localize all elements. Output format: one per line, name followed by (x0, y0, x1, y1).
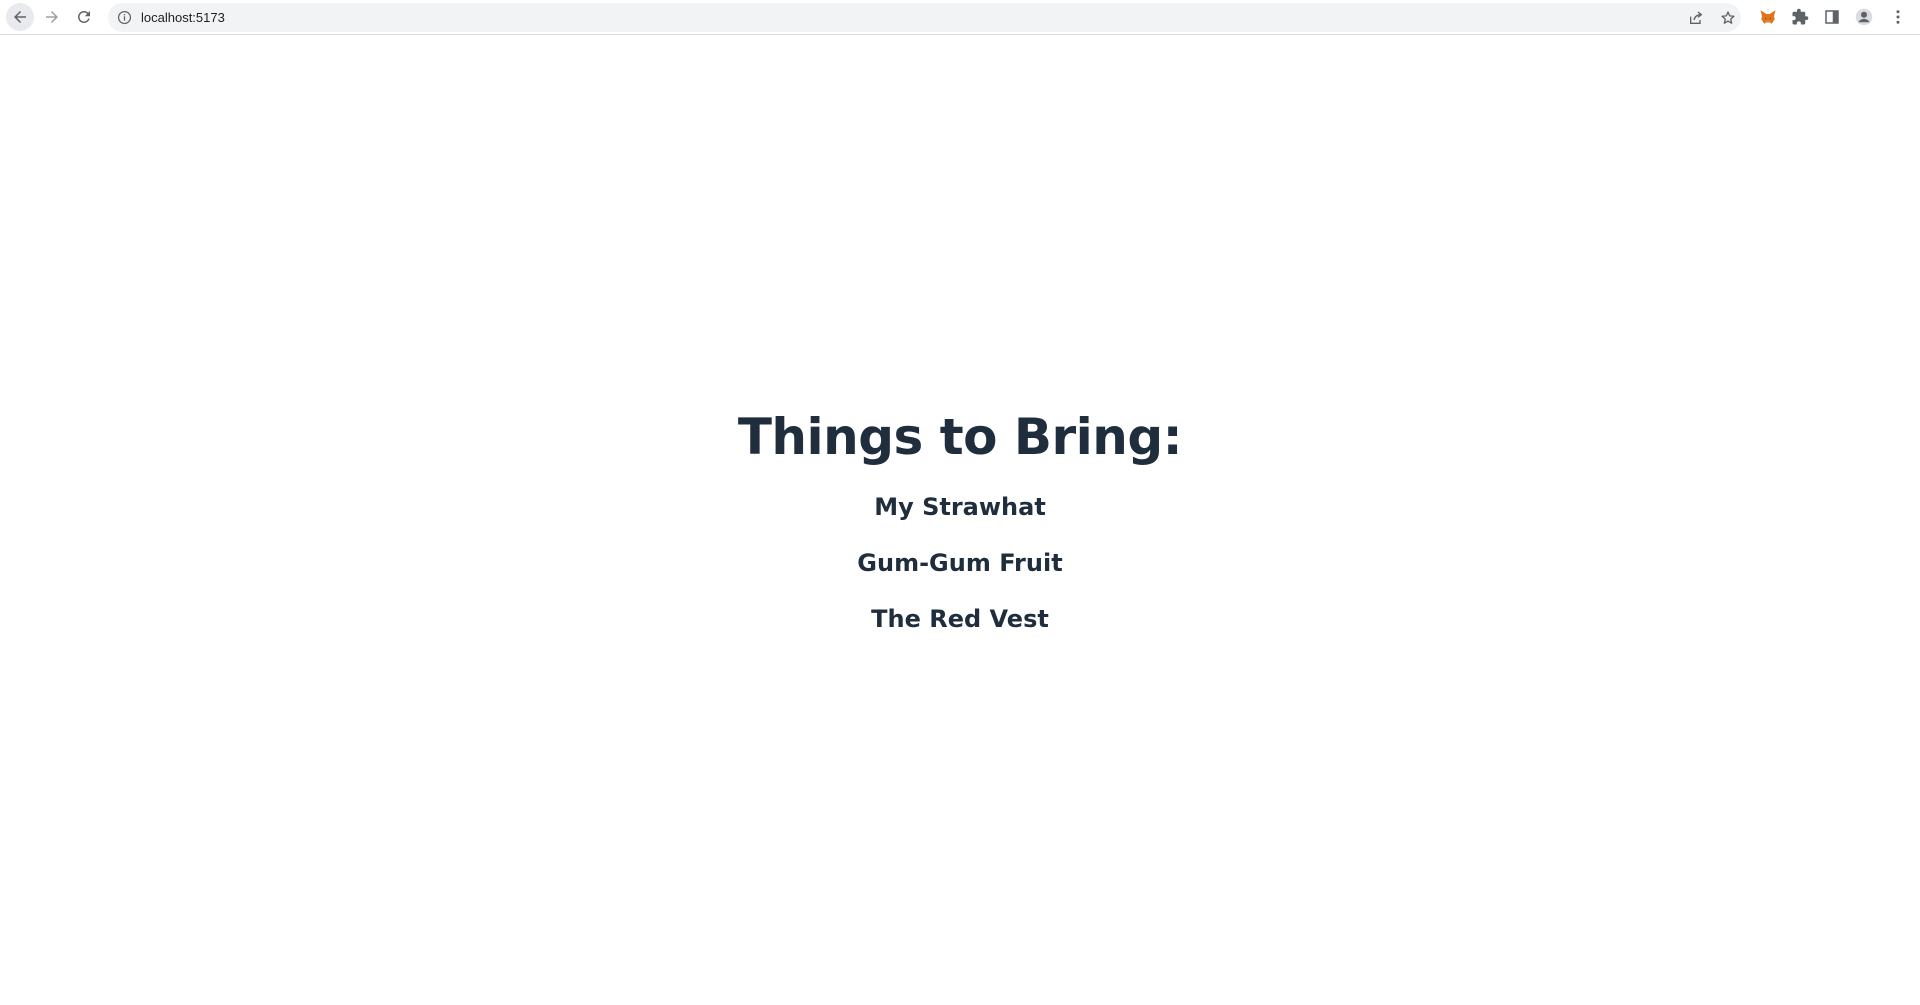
url-text[interactable]: localhost:5173 (141, 3, 225, 32)
item-list: My Strawhat Gum-Gum Fruit The Red Vest (857, 492, 1062, 660)
list-item: The Red Vest (871, 605, 1049, 633)
share-button[interactable] (1687, 9, 1705, 27)
address-bar[interactable]: localhost:5173 (108, 3, 1741, 32)
reload-icon (77, 10, 90, 23)
browser-toolbar: localhost:5173 (0, 0, 1920, 35)
profile-button[interactable] (1852, 5, 1876, 29)
page-content: Things to Bring: My Strawhat Gum-Gum Fru… (0, 36, 1920, 1005)
list-item: Gum-Gum Fruit (857, 549, 1063, 577)
kebab-menu-icon (1896, 10, 1900, 24)
arrow-left-icon (14, 11, 26, 23)
bookmark-button[interactable] (1719, 9, 1737, 27)
share-icon (1690, 11, 1703, 24)
forward-button[interactable] (38, 3, 66, 31)
metamask-extension-button[interactable] (1756, 5, 1780, 29)
star-icon (1721, 11, 1735, 24)
back-button[interactable] (6, 3, 34, 31)
side-panel-button[interactable] (1820, 5, 1844, 29)
browser-menu-button[interactable] (1886, 5, 1910, 29)
page-title: Things to Bring: (737, 408, 1183, 466)
side-panel-icon (1825, 10, 1839, 24)
extensions-button[interactable] (1788, 5, 1812, 29)
arrow-right-icon (46, 11, 58, 23)
fox-icon (1760, 10, 1776, 24)
puzzle-icon (1792, 8, 1809, 25)
profile-icon (1855, 8, 1873, 26)
list-item: My Strawhat (874, 493, 1046, 521)
info-icon[interactable] (117, 10, 132, 25)
reload-button[interactable] (70, 3, 98, 31)
